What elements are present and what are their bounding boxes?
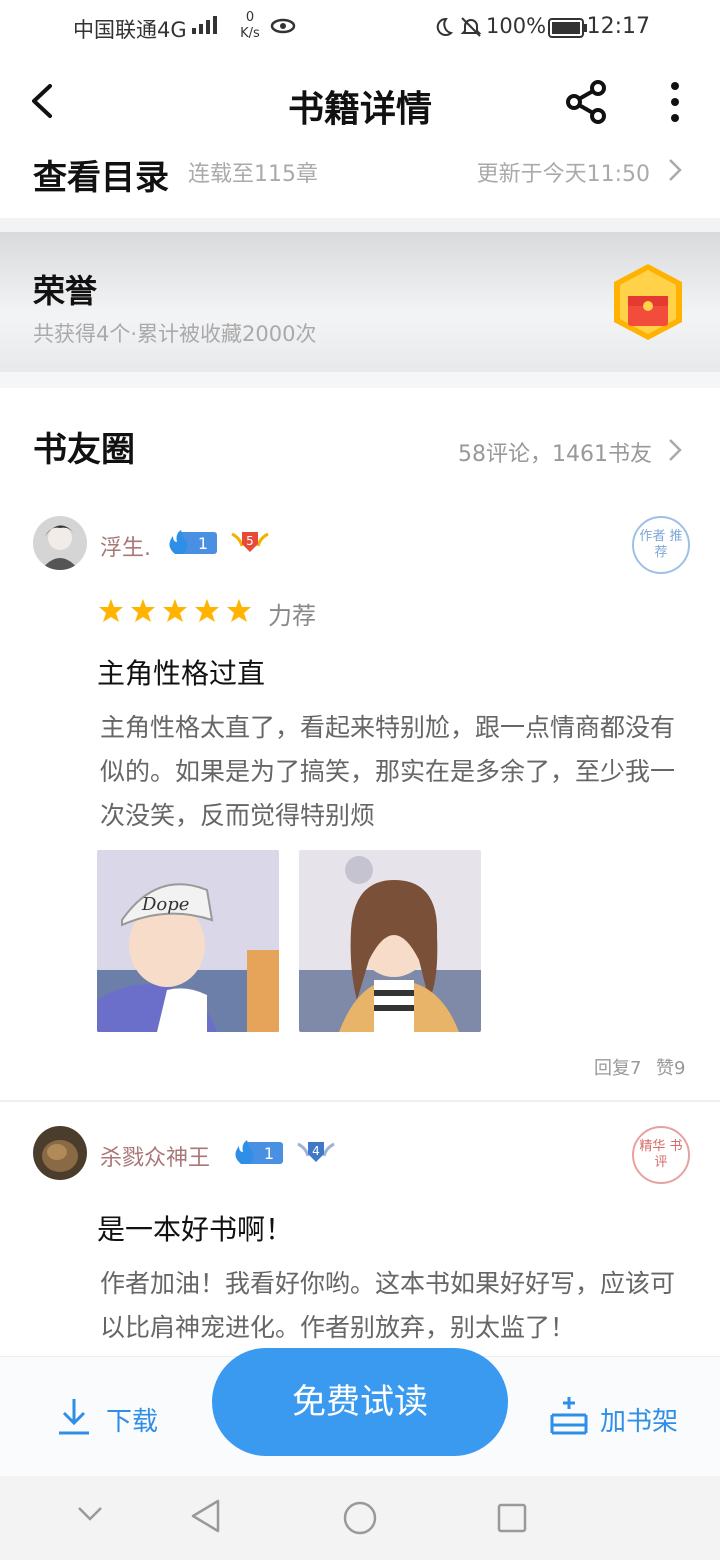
recents-nav-icon[interactable] (496, 1502, 528, 1538)
battery-icon (548, 18, 588, 43)
level-number: 1 (264, 1144, 274, 1163)
post-body[interactable]: 主角性格太直了，看起来特别尬，跟一点情商都没有似的。如果是为了搞笑，那实在是多余… (100, 706, 692, 838)
post-body[interactable]: 作者加油！我看好你哟。这本书如果好好写，应该可以比肩神宠进化。作者别放弃，别太监… (100, 1262, 692, 1350)
fan-badge-icon: 5 (230, 528, 270, 560)
mute-bell-icon (460, 16, 482, 43)
post-title[interactable]: 是一本好书啊！ (97, 1208, 293, 1248)
share-button[interactable] (564, 78, 612, 126)
author-recommend-stamp: 作者 推荐 (632, 516, 690, 574)
add-to-shelf-button[interactable]: 加书架 (548, 1395, 688, 1439)
download-label: 下载 (106, 1407, 159, 1437)
circle-stats[interactable]: 58评论，1461书友 (458, 436, 652, 468)
download-button[interactable]: 下载 (56, 1395, 196, 1439)
honor-title: 荣誉 (33, 272, 98, 310)
carrier-label: 中国联通4G (73, 18, 187, 42)
section-divider (0, 372, 720, 388)
page-title: 书籍详情 (287, 88, 432, 130)
circle-title: 书友圈 (33, 430, 135, 470)
reply-count[interactable]: 回复7 (594, 1054, 641, 1080)
signal-icon (190, 14, 226, 41)
nav-bar: 书籍详情 (0, 58, 720, 150)
red-envelope-badge-icon (608, 262, 688, 342)
hide-nav-icon[interactable] (76, 1504, 104, 1528)
catalog-row[interactable]: 查看目录 连载至115章 更新于今天11:50 (0, 150, 720, 218)
moon-icon (432, 16, 454, 43)
back-nav-icon[interactable] (190, 1498, 222, 1538)
post-title[interactable]: 主角性格过直 (97, 652, 265, 692)
like-count[interactable]: 赞9 (656, 1054, 685, 1080)
rating-stars (98, 598, 258, 628)
home-nav-icon[interactable] (342, 1500, 378, 1540)
section-divider (0, 218, 720, 232)
post-divider (0, 1100, 720, 1102)
download-icon (56, 1395, 92, 1443)
add-shelf-label: 加书架 (600, 1407, 679, 1437)
speed-label: 0 K/s (240, 10, 260, 41)
eye-icon (270, 16, 296, 40)
avatar[interactable] (33, 516, 87, 570)
post-image[interactable] (299, 850, 481, 1032)
catalog-updated: 更新于今天11:50 (476, 162, 650, 187)
rating-label: 力荐 (268, 602, 316, 630)
flame-level-icon: 1 (165, 528, 219, 560)
avatar[interactable] (33, 1126, 87, 1180)
honor-section[interactable]: 荣誉 共获得4个·累计被收藏2000次 (0, 232, 720, 372)
essence-review-stamp: 精华 书评 (632, 1126, 690, 1184)
username[interactable]: 杀戮众神王 (100, 1140, 210, 1172)
badge-number: 4 (312, 1144, 320, 1158)
clock: 12:17 (586, 14, 650, 39)
chevron-right-icon[interactable] (665, 436, 685, 464)
more-button[interactable] (660, 78, 690, 126)
status-bar: 中国联通4G 0 K/s 100% 12:17 (0, 0, 720, 58)
post-image[interactable]: Dope (97, 850, 279, 1032)
catalog-title: 查看目录 (33, 158, 169, 198)
username[interactable]: 浮生. (100, 530, 151, 562)
free-trial-read-button[interactable]: 免费试读 (212, 1348, 508, 1456)
chevron-right-icon (665, 156, 685, 184)
level-number: 1 (198, 534, 208, 553)
svg-text:Dope: Dope (141, 894, 189, 915)
honor-summary: 共获得4个·累计被收藏2000次 (33, 322, 317, 346)
badge-number: 5 (246, 534, 254, 548)
flame-level-icon: 1 (231, 1138, 285, 1170)
shield-badge-icon: 4 (296, 1138, 336, 1170)
add-shelf-icon (548, 1395, 590, 1443)
battery-label: 100% (486, 14, 547, 38)
system-nav-bar (0, 1476, 720, 1560)
catalog-progress: 连载至115章 (188, 162, 318, 187)
